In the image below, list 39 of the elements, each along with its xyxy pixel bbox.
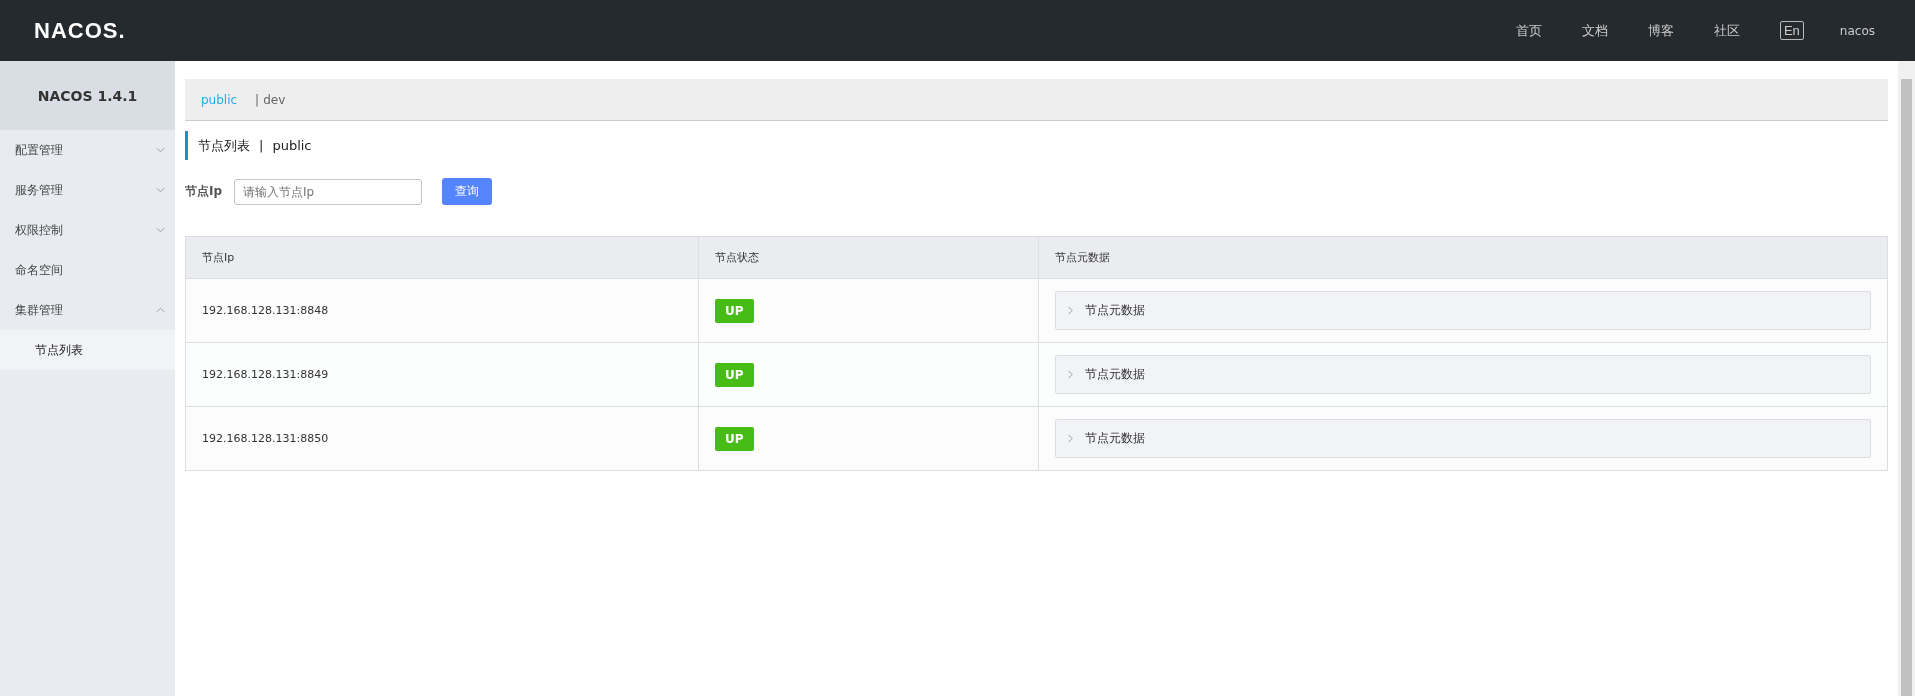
chevron-icon (1068, 370, 1073, 379)
chevron-icon (156, 227, 165, 233)
chevron-icon (156, 187, 165, 193)
metadata-collapse[interactable]: 节点元数据 (1055, 419, 1871, 458)
chevron-icon (1068, 306, 1073, 315)
user-name[interactable]: nacos (1839, 23, 1875, 38)
submenu-item[interactable]: 节点列表 (0, 330, 175, 370)
menu-item[interactable]: 命名空间 (0, 250, 175, 290)
sidebar-title: NACOS 1.4.1 (0, 61, 175, 130)
nav-link[interactable]: 文档 (1581, 21, 1608, 40)
table-cell-text: 192.168.128.131:8850 (201, 431, 330, 447)
separator: | (259, 138, 264, 153)
ip-input-field[interactable]: 请输入节点Ip (234, 178, 423, 205)
metadata-collapse[interactable]: 节点元数据 (1055, 291, 1871, 330)
status-tag: UP (715, 426, 754, 451)
nav-link[interactable]: 首页 (1515, 21, 1542, 40)
status-tag: UP (715, 298, 754, 323)
table-cell-text: 192.168.128.131:8849 (201, 367, 330, 383)
separator: | (255, 92, 260, 107)
column-header: 节点Ip (201, 250, 236, 266)
nav-link[interactable]: 博客 (1647, 21, 1674, 40)
nav-link[interactable]: 社区 (1713, 21, 1740, 40)
menu-item[interactable]: 权限控制 (0, 210, 175, 250)
chevron-icon (156, 307, 165, 313)
metadata-collapse[interactable]: 节点元数据 (1055, 355, 1871, 394)
chevron-icon (1068, 434, 1073, 443)
table-cell-text: 192.168.128.131:8848 (201, 303, 330, 319)
language-button[interactable]: En (1779, 21, 1804, 40)
menu-item[interactable]: 配置管理 (0, 130, 175, 170)
logo[interactable]: NACOS. (34, 17, 126, 44)
scrollbar[interactable] (1898, 61, 1915, 696)
menu-item[interactable]: 服务管理 (0, 170, 175, 210)
status-tag: UP (715, 362, 754, 387)
namespace-link[interactable]: dev (263, 92, 286, 107)
field-label: 节点Ip (185, 183, 223, 200)
menu-item[interactable]: 集群管理 (0, 290, 175, 330)
namespace-name: public (272, 138, 312, 153)
page-title: 节点列表 (198, 136, 250, 155)
chevron-icon (156, 147, 165, 153)
